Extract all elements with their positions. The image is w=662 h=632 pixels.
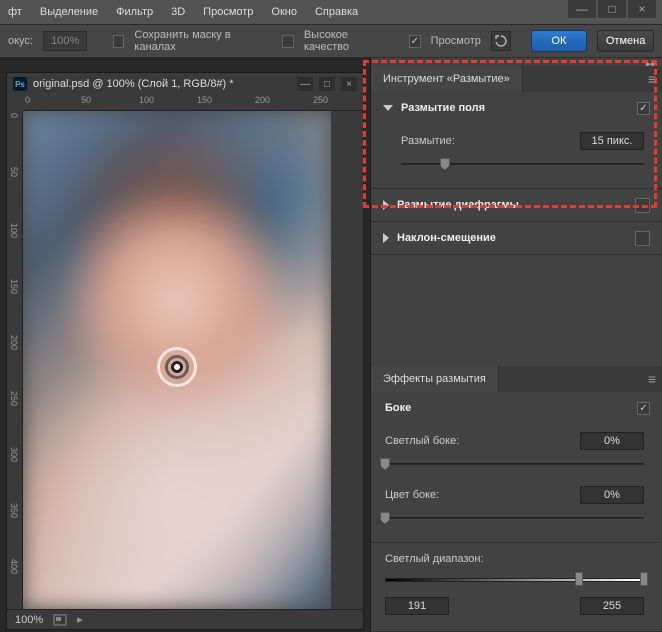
iris-blur-checkbox[interactable] <box>635 198 650 213</box>
range-hi-input[interactable]: 255 <box>580 597 644 615</box>
ok-button[interactable]: ОК <box>531 30 588 52</box>
doc-close-button[interactable]: × <box>341 77 357 91</box>
ruler-vertical: 0 50 100 150 200 250 300 350 400 <box>7 111 23 609</box>
tilt-shift-checkbox[interactable] <box>635 231 650 246</box>
menubar: фт Выделение Фильтр 3D Просмотр Окно Спр… <box>0 0 662 24</box>
menu-help[interactable]: Справка <box>315 6 358 18</box>
menu-filter[interactable]: Фильтр <box>116 6 153 18</box>
section-tilt-shift: Наклон-смещение <box>371 222 662 255</box>
doc-min-button[interactable]: — <box>297 77 313 91</box>
reset-button[interactable] <box>491 31 511 51</box>
rulerh-tick: 250 <box>313 95 328 105</box>
light-range-slider[interactable] <box>385 571 644 589</box>
iris-blur-header[interactable]: Размытие диафрагмы <box>371 189 662 221</box>
rulerv-tick: 200 <box>9 335 19 350</box>
field-blur-title: Размытие поля <box>401 102 629 114</box>
rulerh-tick: 100 <box>139 95 154 105</box>
ruler-horizontal: 0 50 100 150 200 250 <box>23 95 363 111</box>
statusbar: 100% ▸ <box>7 609 363 629</box>
info-icon <box>53 614 67 626</box>
reset-icon <box>494 34 508 48</box>
focus-label: окус: <box>8 35 33 47</box>
triangle-right-icon <box>383 200 389 210</box>
rulerv-tick: 300 <box>9 447 19 462</box>
doc-max-button[interactable]: □ <box>319 77 335 91</box>
ps-file-icon: Ps <box>13 77 27 91</box>
document-title: original.psd @ 100% (Слой 1, RGB/8#) * <box>33 78 291 90</box>
focus-input[interactable]: 100% <box>43 31 87 51</box>
effects-header: Эффекты размытия ≡ <box>371 366 662 392</box>
light-bokeh-input[interactable]: 0% <box>580 432 644 450</box>
rulerv-tick: 50 <box>9 167 19 177</box>
rulerh-tick: 150 <box>197 95 212 105</box>
rulerh-tick: 50 <box>81 95 91 105</box>
color-bokeh-label: Цвет боке: <box>385 489 439 501</box>
minimize-button[interactable]: — <box>568 0 596 18</box>
blur-panel: ▸▸ Инструмент «Размытие» ≡ Размытие поля… <box>370 58 662 632</box>
tilt-shift-header[interactable]: Наклон-смещение <box>371 222 662 254</box>
triangle-down-icon <box>383 105 393 111</box>
rulerv-tick: 100 <box>9 223 19 238</box>
document-area: Ps original.psd @ 100% (Слой 1, RGB/8#) … <box>0 58 370 632</box>
iris-blur-title: Размытие диафрагмы <box>397 199 627 211</box>
rulerh-tick: 0 <box>25 95 30 105</box>
menu-3d[interactable]: 3D <box>171 6 185 18</box>
menu-leading: фт <box>8 6 22 18</box>
triangle-right-icon <box>383 233 389 243</box>
menu-select[interactable]: Выделение <box>40 6 98 18</box>
range-lo-input[interactable]: 191 <box>385 597 449 615</box>
menu-window[interactable]: Окно <box>271 6 297 18</box>
color-bokeh-slider[interactable] <box>385 510 644 526</box>
light-bokeh-slider[interactable] <box>385 456 644 472</box>
effects-tab[interactable]: Эффекты размытия <box>371 366 499 392</box>
light-range-label: Светлый диапазон: <box>385 553 484 565</box>
hq-label: Высокое качество <box>304 29 386 53</box>
blur-amount-label: Размытие: <box>401 135 455 147</box>
rulerv-tick: 150 <box>9 279 19 294</box>
rulerv-tick: 250 <box>9 391 19 406</box>
maximize-button[interactable]: □ <box>598 0 626 18</box>
preview-label: Просмотр <box>431 35 481 47</box>
canvas[interactable] <box>23 111 331 609</box>
info-arrow[interactable]: ▸ <box>77 613 83 626</box>
section-bokeh: Боке Светлый боке: 0% Цвет боке: 0% Свет… <box>371 392 662 632</box>
color-bokeh-input[interactable]: 0% <box>580 486 644 504</box>
rulerh-tick: 200 <box>255 95 270 105</box>
panel-tab[interactable]: Инструмент «Размытие» <box>371 66 523 92</box>
blur-amount-slider[interactable] <box>401 156 644 172</box>
panel-header: Инструмент «Размытие» ≡ <box>371 66 662 92</box>
blur-amount-input[interactable]: 15 пикс. <box>580 132 644 150</box>
save-mask-checkbox[interactable] <box>113 35 125 48</box>
effects-menu-icon[interactable]: ≡ <box>648 371 656 387</box>
light-bokeh-label: Светлый боке: <box>385 435 459 447</box>
bokeh-checkbox[interactable] <box>637 402 650 415</box>
preview-checkbox[interactable] <box>409 35 421 48</box>
document-tabbar: Ps original.psd @ 100% (Слой 1, RGB/8#) … <box>7 73 363 95</box>
field-blur-header[interactable]: Размытие поля <box>371 92 662 124</box>
rulerv-tick: 0 <box>9 113 19 118</box>
tilt-shift-title: Наклон-смещение <box>397 232 627 244</box>
workarea: Ps original.psd @ 100% (Слой 1, RGB/8#) … <box>0 58 662 632</box>
document-window: Ps original.psd @ 100% (Слой 1, RGB/8#) … <box>6 72 364 630</box>
rulerv-tick: 400 <box>9 559 19 574</box>
menu-view[interactable]: Просмотр <box>203 6 253 18</box>
cancel-button[interactable]: Отмена <box>597 30 654 52</box>
options-bar: окус: 100% Сохранить маску в каналах Выс… <box>0 24 662 58</box>
bokeh-title: Боке <box>385 402 629 414</box>
rulerv-tick: 350 <box>9 503 19 518</box>
close-button[interactable]: × <box>628 0 656 18</box>
save-mask-label: Сохранить маску в каналах <box>134 29 258 53</box>
zoom-value[interactable]: 100% <box>15 614 43 626</box>
hq-checkbox[interactable] <box>282 35 294 48</box>
section-iris-blur: Размытие диафрагмы <box>371 189 662 222</box>
window-controls: — □ × <box>568 0 656 18</box>
field-blur-checkbox[interactable] <box>637 102 650 115</box>
blur-pin[interactable] <box>157 347 197 387</box>
panel-menu-icon[interactable]: ≡ <box>648 71 656 87</box>
section-field-blur: Размытие поля Размытие: 15 пикс. <box>371 92 662 189</box>
